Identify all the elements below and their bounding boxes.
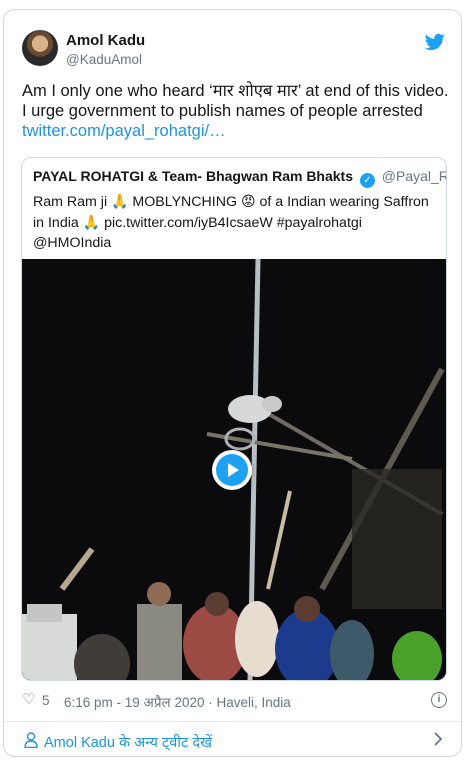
play-icon (216, 454, 248, 486)
person-icon (24, 732, 38, 748)
play-button[interactable] (212, 450, 252, 490)
quoted-text-line: in India 🙏 pic.twitter.com/iyB4IcsaeW #p… (33, 212, 443, 233)
quoted-text-segment: pic.twitter.com/iyB4IcsaeW #payalrohatgi (100, 215, 362, 231)
quoted-author-handle[interactable]: @Payal_Rohatgi (382, 168, 446, 184)
tweet-text-line: Am I only one who heard ‘मार शोएब मार’ a… (22, 82, 449, 100)
tweet-text-line: I urge government to publish names of pe… (22, 102, 423, 120)
quoted-text-line: @HMOIndia (33, 235, 112, 251)
quoted-tweet-header: PAYAL ROHATGI & Team- Bhagwan Ram Bhakts… (33, 168, 446, 188)
angry-face-emoji-icon: 😡 (240, 193, 256, 209)
tweet-meta: ♡ 5 6:16 pm - 19 अप्रैल 2020 · Haveli, I… (22, 691, 447, 711)
play-triangle-icon (228, 463, 239, 477)
more-tweets-label[interactable]: Amol Kadu के अन्य ट्वीट देखें (44, 732, 212, 752)
embedded-tweet-card[interactable]: Amol Kadu @KaduAmol Am I only one who he… (3, 9, 462, 757)
quoted-tweet[interactable]: PAYAL ROHATGI & Team- Bhagwan Ram Bhakts… (21, 157, 447, 681)
quoted-author-name[interactable]: PAYAL ROHATGI & Team- Bhagwan Ram Bhakts (33, 168, 353, 184)
video-thumbnail[interactable] (22, 259, 446, 680)
quoted-text-segment: MOBLYNCHING (128, 194, 241, 210)
chevron-right-icon[interactable] (433, 731, 443, 747)
author-name[interactable]: Amol Kadu (66, 32, 145, 49)
author-avatar[interactable] (22, 30, 58, 66)
heart-icon[interactable]: ♡ (22, 692, 35, 708)
author-handle[interactable]: @KaduAmol (66, 52, 142, 67)
quoted-text-segment: in India (33, 215, 83, 231)
more-tweets-link[interactable]: Amol Kadu के अन्य ट्वीट देखें (4, 722, 461, 756)
verified-badge-icon: ✓ (359, 173, 375, 188)
tweet-timestamp[interactable]: 6:16 pm - 19 अप्रैल 2020 · Haveli, India (64, 693, 291, 711)
quoted-text-line: Ram Ram ji 🙏 MOBLYNCHING 😡 of a Indian w… (33, 191, 443, 212)
quoted-tweet-text: Ram Ram ji 🙏 MOBLYNCHING 😡 of a Indian w… (33, 191, 443, 253)
quoted-text-segment: of a Indian wearing Saffron (255, 194, 429, 210)
folded-hands-emoji-icon: 🙏 (111, 193, 129, 209)
info-icon[interactable]: i (431, 692, 447, 708)
tweet-text: Am I only one who heard ‘मार शोएब मार’ a… (22, 81, 452, 141)
quoted-text-segment: Ram Ram ji (33, 194, 112, 210)
tweet-link[interactable]: twitter.com/payal_rohatgi/… (22, 121, 452, 141)
folded-hands-emoji-icon: 🙏 (82, 214, 101, 230)
twitter-bird-icon[interactable] (425, 33, 445, 51)
like-count[interactable]: 5 (42, 693, 50, 708)
